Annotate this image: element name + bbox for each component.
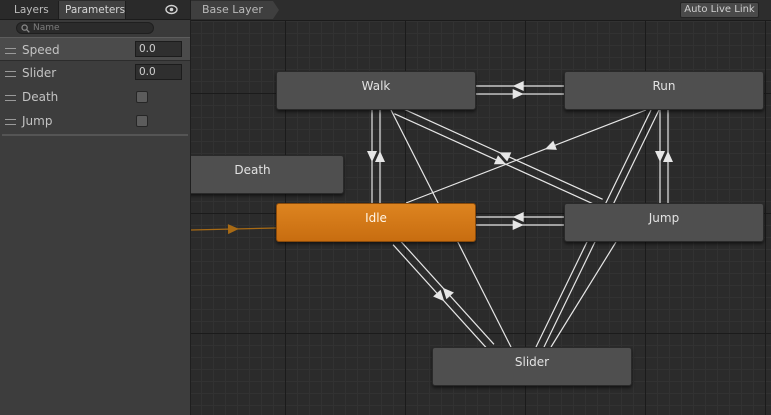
tab-layers[interactable]: Layers bbox=[8, 1, 58, 19]
state-death[interactable]: Death bbox=[191, 155, 344, 194]
drag-handle-icon[interactable] bbox=[5, 48, 16, 54]
drag-handle-icon[interactable] bbox=[5, 71, 16, 77]
jump-slider-transition[interactable] bbox=[550, 241, 617, 348]
parameter-float-field[interactable] bbox=[135, 64, 182, 80]
parameter-name: Jump bbox=[22, 114, 53, 128]
panel-tabs: Layers Parameters bbox=[0, 0, 190, 20]
drag-handle-icon[interactable] bbox=[5, 95, 16, 101]
parameter-row-death[interactable]: Death bbox=[0, 85, 190, 109]
graph-toolbar: Base Layer Auto Live Link bbox=[191, 0, 771, 21]
walk-run-reverse-arrow bbox=[512, 81, 524, 91]
search-input[interactable] bbox=[16, 22, 154, 34]
eye-icon[interactable] bbox=[165, 3, 178, 16]
list-divider bbox=[2, 134, 188, 136]
parameter-bool-checkbox[interactable] bbox=[136, 115, 148, 127]
walk-idle-reverse-arrow bbox=[375, 151, 385, 162]
search-icon bbox=[21, 24, 30, 33]
parameter-name: Speed bbox=[22, 43, 60, 57]
search-row bbox=[0, 20, 190, 54]
parameter-name: Death bbox=[22, 90, 59, 104]
state-run[interactable]: Run bbox=[564, 71, 764, 110]
run-jump-arrow bbox=[655, 151, 665, 162]
drag-handle-icon[interactable] bbox=[5, 119, 16, 125]
tab-parameters[interactable]: Parameters bbox=[58, 1, 126, 19]
entry-arrow bbox=[227, 224, 239, 235]
state-slider[interactable]: Slider bbox=[432, 347, 632, 386]
breadcrumb-layer: Base Layer bbox=[202, 3, 263, 16]
parameter-bool-checkbox[interactable] bbox=[136, 91, 148, 103]
auto-live-link-button[interactable]: Auto Live Link bbox=[680, 2, 759, 18]
idle-jump-reverse-arrow bbox=[512, 212, 524, 222]
parameter-row-jump[interactable]: Jump bbox=[0, 109, 190, 133]
walk-idle-arrow bbox=[367, 151, 377, 162]
breadcrumb[interactable]: Base Layer bbox=[191, 1, 279, 19]
parameter-float-field[interactable] bbox=[135, 41, 182, 57]
state-idle[interactable]: Idle bbox=[276, 203, 476, 242]
state-walk[interactable]: Walk bbox=[276, 71, 476, 110]
idle-jump-arrow bbox=[512, 220, 524, 230]
run-jump-reverse-arrow bbox=[663, 151, 673, 162]
parameter-name: Slider bbox=[22, 66, 57, 80]
run-idle-transition[interactable] bbox=[405, 109, 647, 204]
parameter-row-speed[interactable]: Speed bbox=[0, 37, 190, 61]
parameters-panel: Layers Parameters Speed Slider Death bbox=[0, 0, 191, 415]
walk-run-arrow bbox=[512, 89, 524, 99]
state-machine-graph[interactable]: Walk Run Death Idle Jump Slider bbox=[191, 0, 771, 415]
parameter-row-slider[interactable]: Slider bbox=[0, 61, 190, 85]
state-jump[interactable]: Jump bbox=[564, 203, 764, 242]
